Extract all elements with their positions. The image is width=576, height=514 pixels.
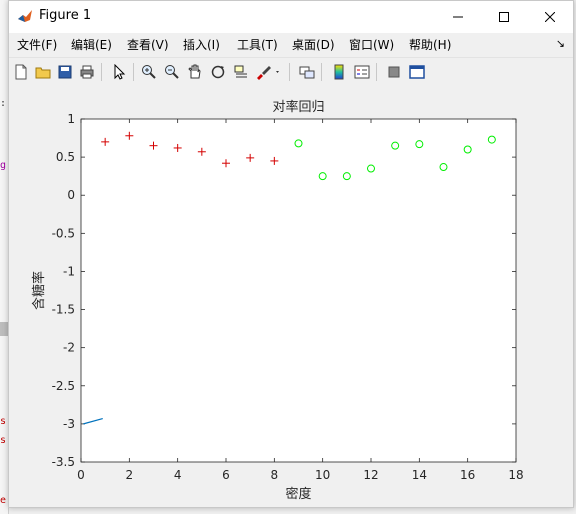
hide-tools-button[interactable] xyxy=(384,62,404,82)
y-tick-label: -3.5 xyxy=(52,455,75,469)
colorbar-button[interactable] xyxy=(329,62,349,82)
y-tick-label: -3 xyxy=(63,417,75,431)
axes-background xyxy=(80,118,517,463)
y-tick-label: -1.5 xyxy=(52,303,75,317)
menu-insert[interactable]: 插入(I) xyxy=(183,36,220,53)
open-button[interactable] xyxy=(33,62,53,82)
y-tick-label: 0 xyxy=(67,188,75,202)
data-cursor-button[interactable] xyxy=(231,62,251,82)
zoom-in-icon xyxy=(142,65,156,79)
x-tick-label: 6 xyxy=(222,468,230,482)
rotate-button[interactable] xyxy=(208,62,228,82)
new-file-icon xyxy=(15,64,27,80)
menu-view[interactable]: 查看(V) xyxy=(127,36,169,53)
legend-icon xyxy=(354,65,370,79)
zoom-in-button[interactable] xyxy=(139,62,159,82)
matlab-logo-icon xyxy=(18,10,32,22)
legend-button[interactable] xyxy=(352,62,372,82)
brush-icon xyxy=(257,66,279,80)
print-icon xyxy=(80,65,94,79)
y-tick-label: 1 xyxy=(67,112,75,126)
toolbar-separator xyxy=(321,63,322,81)
menu-window[interactable]: 窗口(W) xyxy=(349,36,394,53)
figure-toolbar xyxy=(9,57,573,87)
close-icon xyxy=(545,12,555,22)
background-text-mark: : xyxy=(0,98,7,109)
plot-title: 对率回归 xyxy=(272,99,324,115)
background-scrollbar xyxy=(0,322,8,336)
hide-tools-icon xyxy=(388,66,400,78)
x-tick-label: 4 xyxy=(174,468,182,482)
toolbar-separator xyxy=(133,63,134,81)
dock-button[interactable] xyxy=(407,62,427,82)
select-button[interactable] xyxy=(109,62,129,82)
open-folder-icon xyxy=(35,67,51,79)
x-tick-label: 2 xyxy=(126,468,134,482)
y-tick-label: -0.5 xyxy=(52,226,75,240)
toolbar-separator xyxy=(289,63,290,81)
x-tick-label: 16 xyxy=(460,468,475,482)
menu-overflow-icon[interactable]: ↘ xyxy=(556,37,565,50)
maximize-icon xyxy=(499,12,509,22)
link-button[interactable] xyxy=(297,62,317,82)
background-text-mark: s xyxy=(0,435,7,446)
minimize-button[interactable] xyxy=(435,1,481,33)
zoom-out-button[interactable] xyxy=(162,62,182,82)
pointer-icon xyxy=(114,64,126,80)
plot-axes[interactable]: 0 2 4 6 8 10 12 14 16 18 1 0.5 0 -0.5 -1 -1.5 -2 -2.5 -3 -… xyxy=(9,86,573,507)
background-text-mark: e xyxy=(0,495,7,506)
data-cursor-icon xyxy=(234,65,247,78)
colorbar-icon xyxy=(334,64,344,80)
save-icon xyxy=(58,65,72,79)
x-tick-label: 10 xyxy=(315,468,330,482)
y-tick-label: -2 xyxy=(63,341,75,355)
menu-desktop[interactable]: 桌面(D) xyxy=(292,36,335,53)
figure-window: Figure 1 文件(F) 编辑(E) 查看(V) 插入(I) 工具(T) 桌… xyxy=(8,0,574,508)
figure-canvas[interactable]: 0 2 4 6 8 10 12 14 16 18 1 0.5 0 -0.5 -1 -1.5 -2 -2.5 -3 -… xyxy=(9,86,573,507)
x-tick-label: 12 xyxy=(363,468,378,482)
toolbar-separator xyxy=(101,63,102,81)
menu-bar: 文件(F) 编辑(E) 查看(V) 插入(I) 工具(T) 桌面(D) 窗口(W… xyxy=(9,33,573,55)
pan-icon xyxy=(188,64,201,79)
y-tick-label: -1 xyxy=(63,264,75,278)
window-title: Figure 1 xyxy=(39,8,92,23)
title-bar[interactable]: Figure 1 xyxy=(9,1,573,33)
link-icon xyxy=(299,66,315,79)
y-tick-label: -2.5 xyxy=(52,379,75,393)
menu-tools[interactable]: 工具(T) xyxy=(237,36,278,53)
x-tick-label: 0 xyxy=(77,468,85,482)
menu-file[interactable]: 文件(F) xyxy=(17,36,57,53)
minimize-icon xyxy=(453,16,463,18)
maximize-button[interactable] xyxy=(481,1,527,33)
save-button[interactable] xyxy=(55,62,75,82)
menu-edit[interactable]: 编辑(E) xyxy=(71,36,112,53)
y-tick-label: 0.5 xyxy=(56,150,75,164)
x-tick-label: 8 xyxy=(271,468,279,482)
rotate-icon xyxy=(211,65,225,79)
pan-button[interactable] xyxy=(185,62,205,82)
x-tick-label: 14 xyxy=(412,468,427,482)
background-text-mark: g xyxy=(0,160,7,171)
x-axis-label: 密度 xyxy=(285,486,311,502)
y-axis-label: 含糖率 xyxy=(31,271,47,310)
zoom-out-icon xyxy=(165,65,179,79)
background-text-mark: s xyxy=(0,416,7,427)
new-file-button[interactable] xyxy=(11,62,31,82)
menu-help[interactable]: 帮助(H) xyxy=(409,36,451,53)
brush-button[interactable] xyxy=(254,62,282,82)
dock-icon xyxy=(409,65,425,79)
close-button[interactable] xyxy=(527,1,573,33)
x-tick-label: 18 xyxy=(508,468,523,482)
toolbar-separator xyxy=(376,63,377,81)
print-button[interactable] xyxy=(77,62,97,82)
